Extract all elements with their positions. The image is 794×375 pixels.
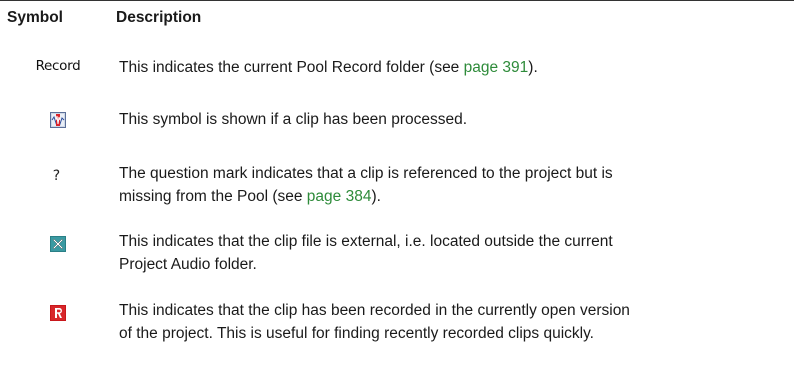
question-mark-symbol: ? [52, 168, 61, 184]
page-link[interactable]: page 384 [307, 188, 372, 205]
page-link[interactable]: page 391 [464, 59, 529, 76]
row-description: This symbol is shown if a clip has been … [119, 111, 468, 128]
row-description: The question mark indicates that a clip … [119, 165, 613, 205]
table-header: Symbol Description [0, 9, 794, 31]
row-description: This indicates that the clip has been re… [119, 302, 630, 342]
top-rule [0, 0, 794, 1]
record-folder-symbol: Record [35, 58, 81, 74]
external-file-icon [0, 230, 116, 252]
recorded-in-version-icon [0, 299, 116, 321]
symbol-column-header: Symbol [7, 9, 63, 26]
description-column-header: Description [116, 9, 202, 26]
row-description: This indicates that the clip file is ext… [119, 233, 613, 273]
row-description: This indicates the current Pool Record f… [119, 59, 538, 76]
processed-clip-icon [0, 108, 116, 128]
